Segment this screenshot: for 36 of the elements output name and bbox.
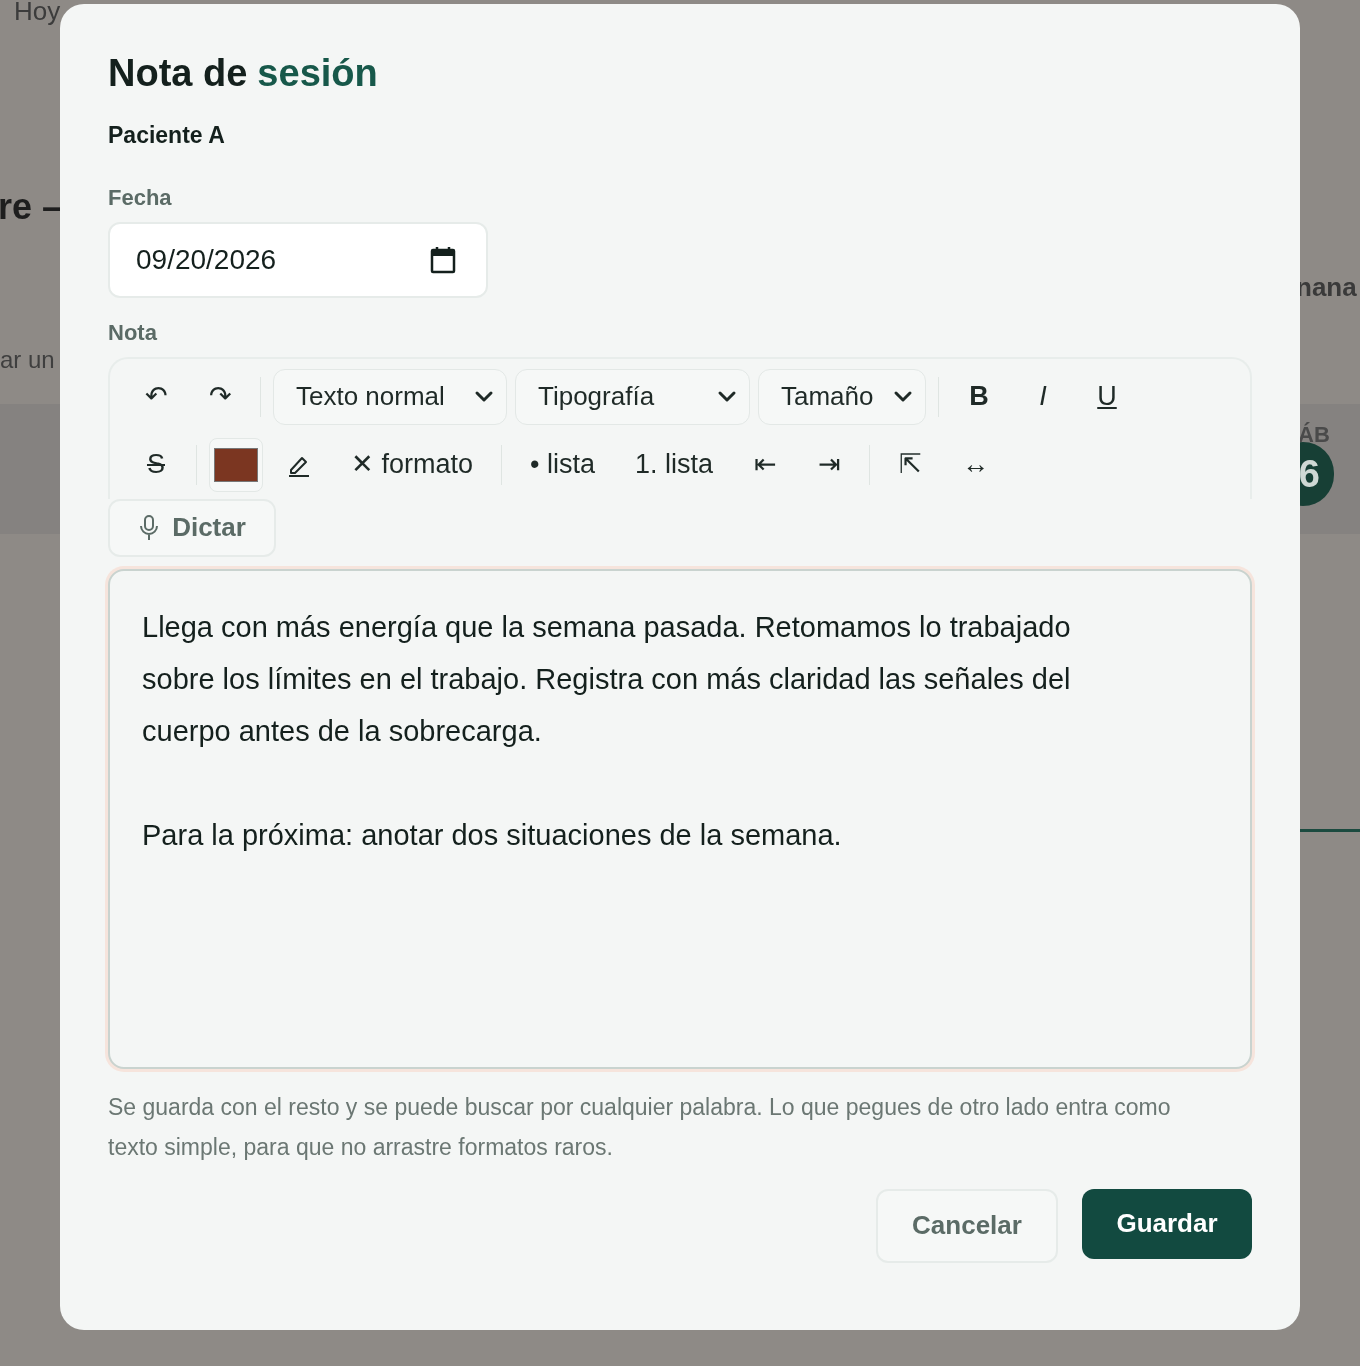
dropdown-select[interactable]: Tipografía xyxy=(515,368,750,425)
toolbar-button[interactable]: ⇱ xyxy=(882,436,939,493)
chevron-down-icon xyxy=(717,389,737,404)
toolbar-button[interactable]: ↔ xyxy=(946,436,1006,493)
toolbar-button[interactable]: I xyxy=(1015,368,1071,425)
toolbar-button[interactable]: ⇥ xyxy=(801,436,858,493)
text-color-swatch[interactable] xyxy=(209,437,263,492)
toolbar-button[interactable]: U xyxy=(1079,368,1135,425)
chevron-down-icon xyxy=(474,389,494,404)
chevron-down-icon xyxy=(893,389,913,404)
dictate-button[interactable]: Dictar xyxy=(108,498,276,557)
field-label: Fecha xyxy=(108,183,173,212)
dialog-title-accent: sesión xyxy=(257,51,378,96)
note-paragraph: Llega con más energía que la semana pasada. Retomamos lo trabajado sobre los límites en el trabajo. Registra con más claridad las señales del cuerpo antes de la sobrecarga. xyxy=(142,609,1072,749)
note-paragraph: Para la próxima: anotar dos situaciones de la semana. xyxy=(142,817,843,853)
patient-name: Paciente A xyxy=(108,121,226,150)
dropdown-select[interactable]: Tamaño xyxy=(758,368,926,425)
helper-text: Se guarda con el resto y se puede buscar por cualquier palabra. Lo que pegues de otro lado entra como texto simple, para que no arrastre formatos raros. xyxy=(108,1092,1172,1162)
toolbar-button[interactable]: ↶ xyxy=(128,368,184,425)
microphone-icon xyxy=(138,513,161,542)
dialog-title: Nota de xyxy=(108,51,248,96)
toolbar-button[interactable]: 1. lista xyxy=(619,436,730,493)
toolbar-button[interactable]: • lista xyxy=(514,436,611,493)
toolbar-button[interactable]: ⇤ xyxy=(737,436,794,493)
toolbar-button[interactable]: B xyxy=(951,368,1007,425)
date-input[interactable]: 09/20/2026 xyxy=(108,221,488,298)
dropdown-select[interactable]: Texto normal xyxy=(273,368,507,425)
toolbar-button[interactable]: S xyxy=(128,436,184,493)
toolbar-button[interactable]: ↷ xyxy=(192,368,248,425)
cancel-button[interactable]: Cancelar xyxy=(876,1188,1058,1263)
save-button[interactable]: Guardar xyxy=(1082,1188,1252,1259)
note-editor[interactable] xyxy=(108,568,1252,1069)
field-label: Nota xyxy=(108,318,158,347)
body-text: ar un xyxy=(0,345,55,375)
calendar-icon xyxy=(430,245,456,274)
toolbar-button[interactable]: ✕ formato xyxy=(335,436,490,493)
